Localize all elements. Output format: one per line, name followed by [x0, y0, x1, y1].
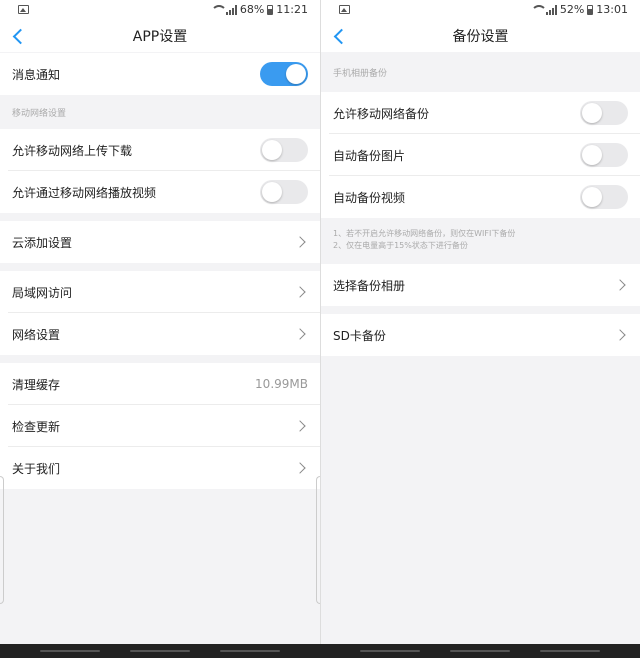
gallery-notification-icon: [339, 5, 350, 14]
status-bar: 68% 11:21: [0, 0, 320, 20]
mobile-video-play-label: 允许通过移动网络播放视频: [12, 185, 157, 200]
page-title: APP设置: [132, 29, 188, 45]
backup-notes: 1、若不开启允许移动网络备份，则仅在WIFI下备份 2、仅在电量高于15%状态下…: [321, 218, 640, 264]
select-album-row[interactable]: 选择备份相册: [321, 264, 640, 306]
toggle-knob: [582, 187, 602, 207]
mobile-video-play-row[interactable]: 允许通过移动网络播放视频: [0, 171, 320, 213]
mobile-video-play-toggle[interactable]: [260, 180, 308, 204]
wifi-icon: [210, 5, 227, 14]
about-us-label: 关于我们: [12, 461, 61, 476]
network-settings-row[interactable]: 网络设置: [0, 313, 320, 355]
auto-backup-photos-toggle[interactable]: [580, 143, 628, 167]
mobile-upload-download-row[interactable]: 允许移动网络上传下载: [0, 129, 320, 171]
mobile-upload-download-toggle[interactable]: [260, 138, 308, 162]
chevron-right-icon: [294, 328, 306, 340]
backup-note-line: 2、仅在电量高于15%状态下进行备份: [333, 241, 468, 250]
status-bar: 52% 13:01: [321, 0, 640, 20]
cloud-add-settings-label: 云添加设置: [12, 235, 73, 250]
sd-card-backup-label: SD卡备份: [333, 328, 386, 343]
notification-row[interactable]: 消息通知: [0, 53, 320, 95]
mobile-upload-download-label: 允许移动网络上传下载: [12, 143, 133, 158]
sd-card-backup-row[interactable]: SD卡备份: [321, 314, 640, 356]
notification-label: 消息通知: [12, 67, 61, 82]
lan-access-row[interactable]: 局域网访问: [0, 271, 320, 313]
chevron-right-icon: [294, 462, 306, 474]
toggle-knob: [262, 140, 282, 160]
nav-indicator: [130, 650, 190, 652]
clear-cache-label: 清理缓存: [12, 377, 61, 392]
toggle-knob: [582, 145, 602, 165]
network-settings-label: 网络设置: [12, 327, 61, 342]
gallery-notification-icon: [18, 5, 29, 14]
battery-percent: 68%: [239, 3, 265, 16]
clock: 13:01: [596, 3, 628, 16]
clock: 11:21: [276, 3, 308, 16]
clear-cache-row[interactable]: 清理缓存 10.99MB: [0, 363, 320, 405]
back-arrow-icon[interactable]: [10, 28, 26, 44]
nav-indicator: [220, 650, 280, 652]
nav-indicator: [40, 650, 100, 652]
chevron-right-icon: [294, 236, 306, 248]
signal-icon: [545, 4, 557, 15]
mobile-network-section-header: 移动网络设置: [12, 108, 67, 119]
nav-indicator: [360, 650, 420, 652]
nav-bar: APP设置: [0, 20, 320, 52]
lan-access-label: 局域网访问: [12, 285, 73, 300]
notification-toggle[interactable]: [260, 62, 308, 86]
select-album-label: 选择备份相册: [333, 278, 406, 293]
toggle-knob: [286, 64, 306, 84]
chevron-right-icon: [614, 329, 626, 341]
backup-note-line: 1、若不开启允许移动网络备份，则仅在WIFI下备份: [333, 229, 516, 238]
toggle-knob: [582, 103, 602, 123]
check-update-row[interactable]: 检查更新: [0, 405, 320, 447]
signal-icon: [225, 4, 237, 15]
toggle-knob: [262, 182, 282, 202]
edge-panel-handle[interactable]: [0, 476, 4, 604]
album-backup-section-header: 手机相册备份: [333, 68, 388, 79]
back-arrow-icon[interactable]: [331, 28, 347, 44]
auto-backup-videos-toggle[interactable]: [580, 185, 628, 209]
cloud-add-settings-row[interactable]: 云添加设置: [0, 221, 320, 263]
about-us-row[interactable]: 关于我们: [0, 447, 320, 489]
battery-icon: [267, 4, 274, 15]
wifi-icon: [530, 5, 547, 14]
nav-indicator: [540, 650, 600, 652]
backup-settings-screen: 52% 13:01 备份设置 手机相册备份 允许移动网络备份 自动备份图片 自动…: [321, 0, 640, 658]
status-icons: 52% 13:01: [530, 3, 628, 16]
app-settings-screen: 68% 11:21 APP设置 消息通知 移动网络设置 允许移动网络上传下载 允…: [0, 0, 320, 658]
battery-percent: 52%: [559, 3, 585, 16]
chevron-right-icon: [614, 279, 626, 291]
auto-backup-photos-label: 自动备份图片: [333, 148, 406, 163]
battery-icon: [587, 4, 594, 15]
mobile-backup-row[interactable]: 允许移动网络备份: [321, 92, 640, 134]
nav-indicator: [450, 650, 510, 652]
mobile-backup-label: 允许移动网络备份: [333, 106, 430, 121]
page-title: 备份设置: [452, 29, 509, 45]
auto-backup-videos-row[interactable]: 自动备份视频: [321, 176, 640, 218]
nav-bar: 备份设置: [321, 20, 640, 52]
system-nav-bar: [0, 644, 640, 658]
cache-size-value: 10.99MB: [255, 377, 308, 391]
chevron-right-icon: [294, 286, 306, 298]
auto-backup-photos-row[interactable]: 自动备份图片: [321, 134, 640, 176]
check-update-label: 检查更新: [12, 419, 61, 434]
mobile-backup-toggle[interactable]: [580, 101, 628, 125]
auto-backup-videos-label: 自动备份视频: [333, 190, 406, 205]
chevron-right-icon: [294, 420, 306, 432]
status-icons: 68% 11:21: [210, 3, 308, 16]
